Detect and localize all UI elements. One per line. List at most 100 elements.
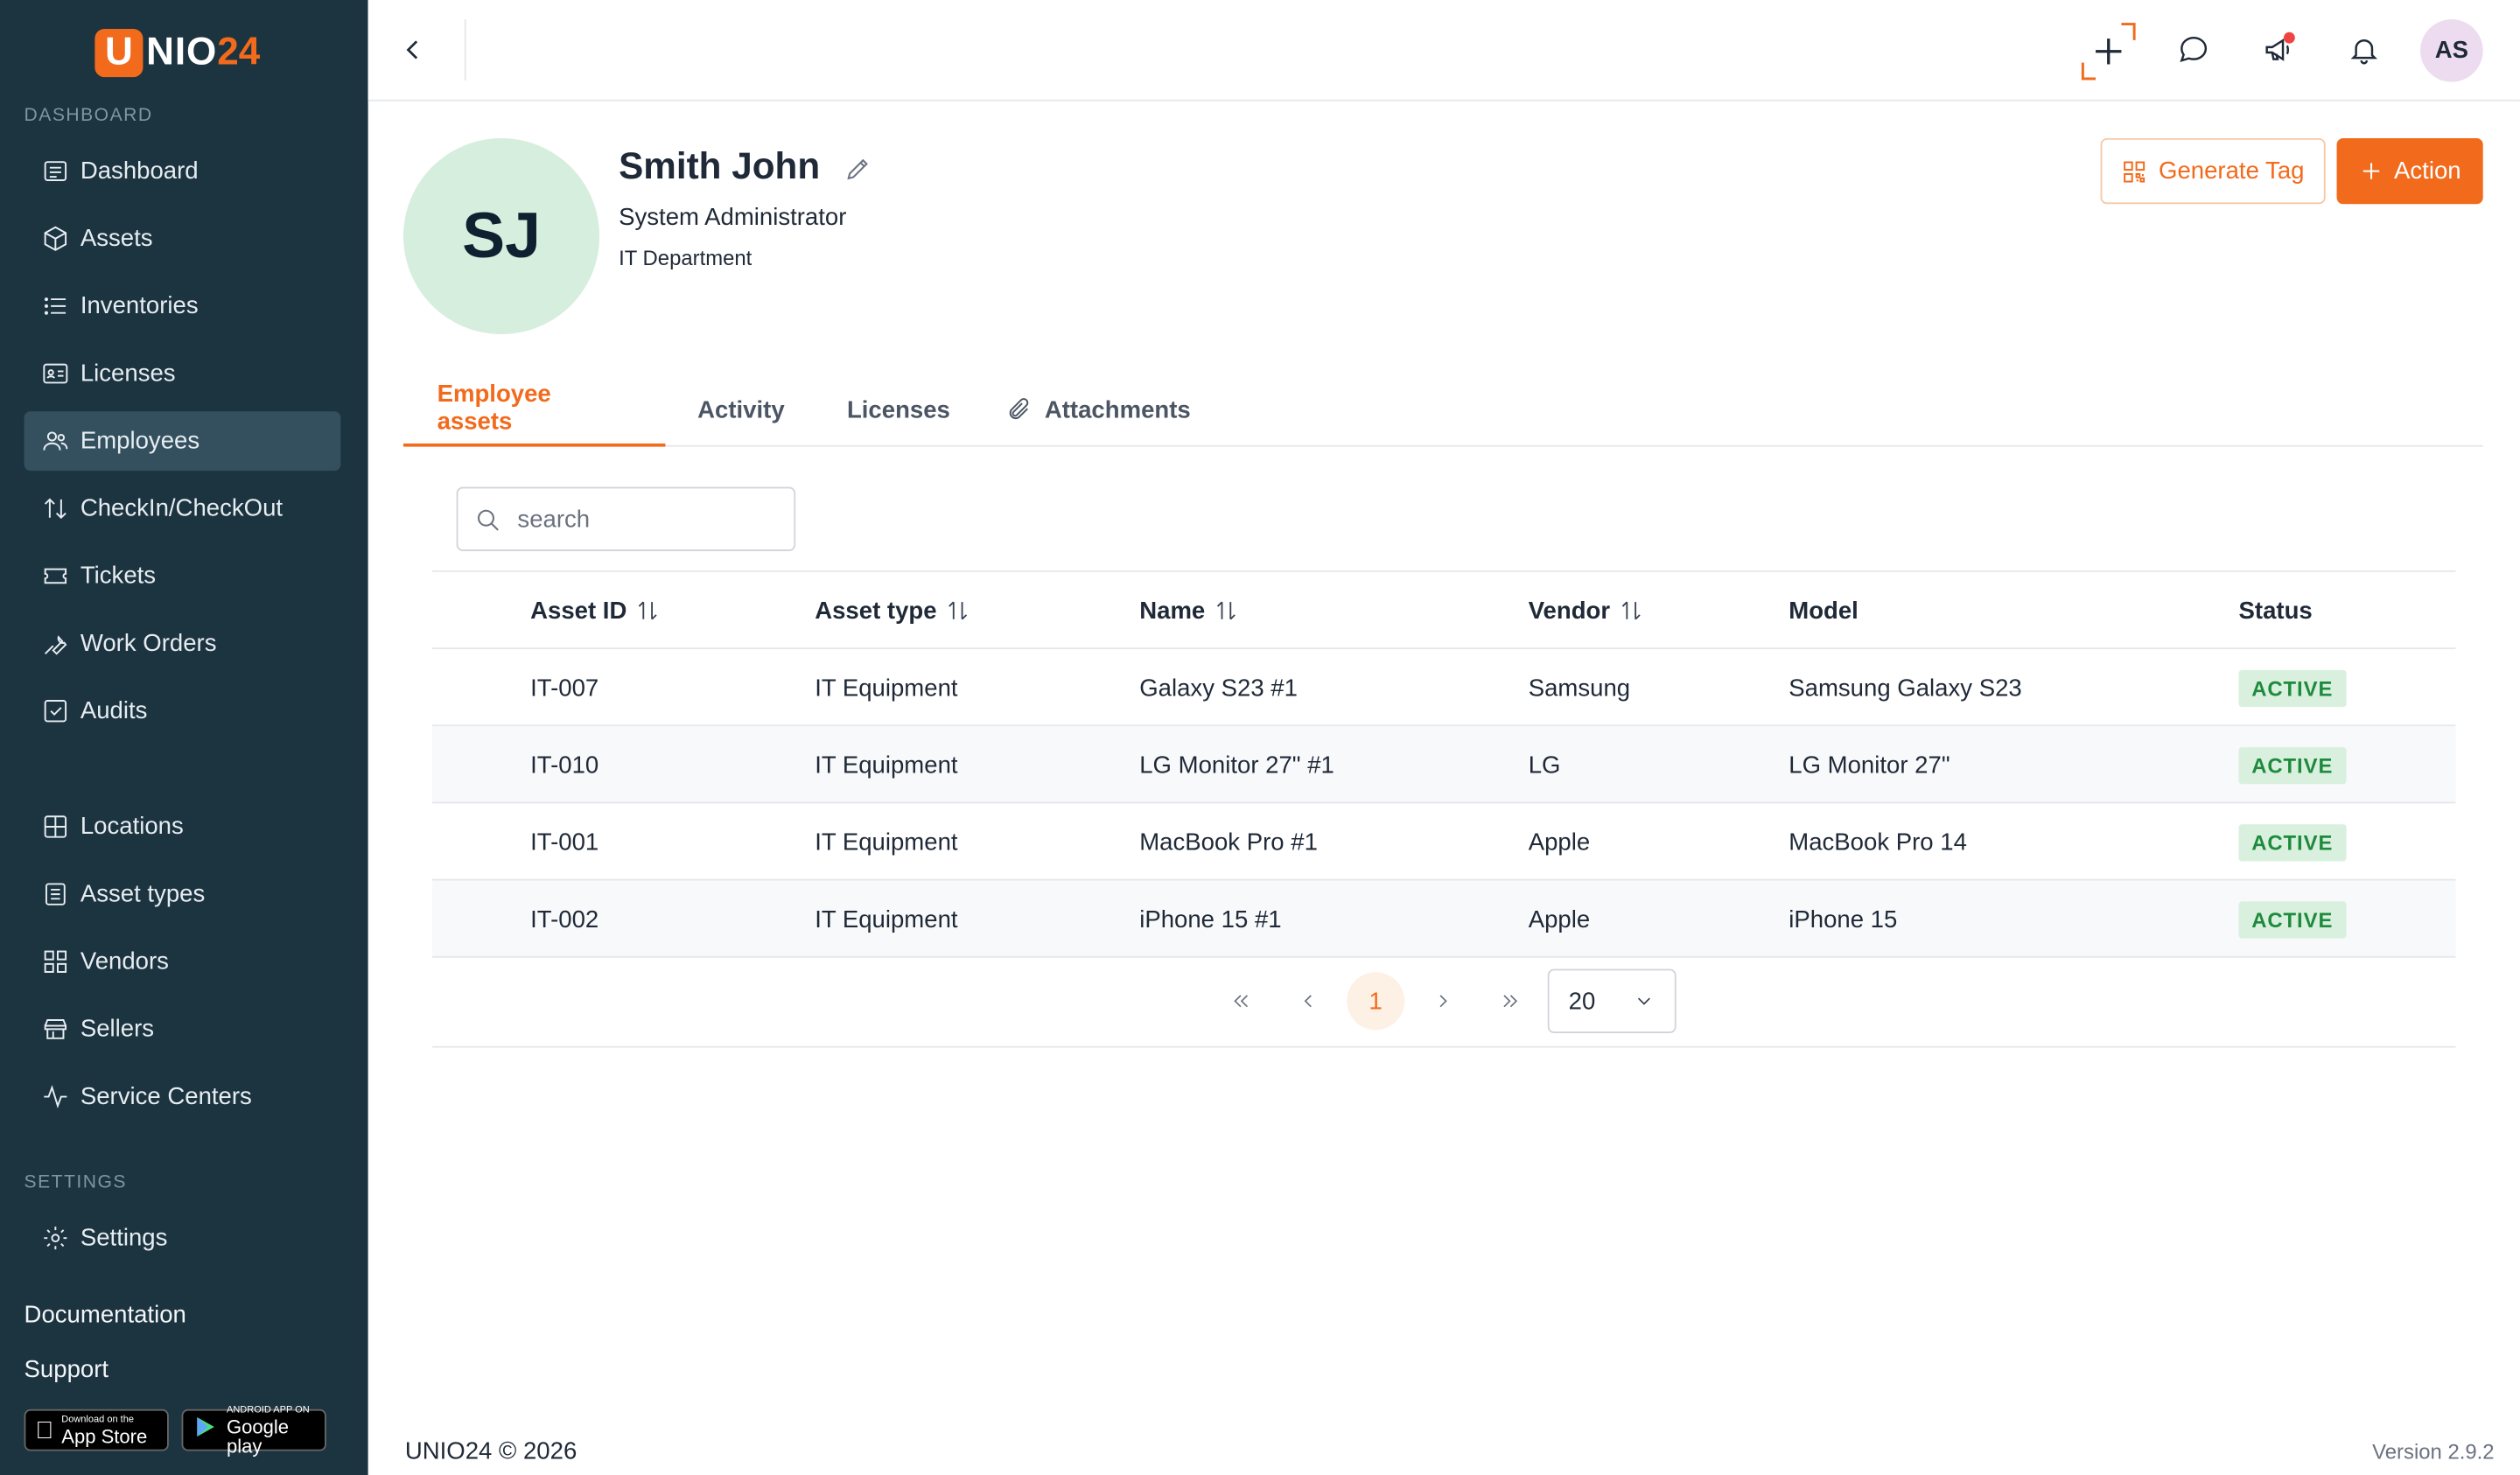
app-store-big-text: App Store xyxy=(43,1424,147,1447)
quick-add-button[interactable] xyxy=(2078,21,2139,82)
sort-icon[interactable] xyxy=(1213,598,1238,623)
column-header-asset-type[interactable]: Asset type xyxy=(815,572,970,649)
sidebar-item-locations[interactable]: Locations xyxy=(24,797,341,856)
page-button-current[interactable]: 1 xyxy=(1347,972,1405,1031)
sidebar-item-audits[interactable]: Audits xyxy=(24,682,341,741)
sidebar-item-label: Dashboard xyxy=(80,157,199,185)
store-icon xyxy=(40,1015,69,1044)
table-row[interactable]: IT-010 IT Equipment LG Monitor 27" #1 LG… xyxy=(432,726,2456,804)
tab-licenses[interactable]: Licenses xyxy=(847,373,950,446)
sort-icon[interactable] xyxy=(635,598,661,623)
app-store-badge[interactable]:  Download on the App Store xyxy=(24,1409,169,1451)
cell-name: MacBook Pro #1 xyxy=(1139,828,1318,856)
cell-name: LG Monitor 27" #1 xyxy=(1139,751,1334,779)
edit-employee-button[interactable] xyxy=(844,154,872,183)
sidebar-item-licenses[interactable]: Licenses xyxy=(24,344,341,403)
checkbox-icon xyxy=(40,696,69,725)
sidebar-item-label: Inventories xyxy=(80,292,199,320)
sidebar-item-dashboard[interactable]: Dashboard xyxy=(24,142,341,201)
status-badge: ACTIVE xyxy=(2238,668,2346,707)
app-store-small-text: Download on the xyxy=(43,1415,134,1425)
table-row[interactable]: IT-001 IT Equipment MacBook Pro #1 Apple… xyxy=(432,803,2456,881)
sort-icon[interactable] xyxy=(1618,598,1643,623)
sidebar-item-label: Licenses xyxy=(80,360,176,388)
cell-asset-id: IT-001 xyxy=(530,828,599,856)
chevron-down-icon xyxy=(1637,997,1650,1005)
sort-icon[interactable] xyxy=(945,598,970,623)
column-header-asset-id[interactable]: Asset ID xyxy=(530,572,661,649)
app-store-text: Download on the App Store xyxy=(61,1415,147,1445)
sidebar-item-employees[interactable]: Employees xyxy=(24,411,341,472)
user-avatar[interactable]: AS xyxy=(2420,19,2483,82)
announcements-button[interactable] xyxy=(2257,27,2301,72)
footer-copyright: UNIO24 © 2026 xyxy=(404,1437,578,1466)
table-header-row: Asset ID Asset type Name Vendor Model St… xyxy=(432,572,2456,650)
sidebar-item-vendors[interactable]: Vendors xyxy=(24,932,341,991)
first-page-button[interactable] xyxy=(1212,972,1270,1030)
last-page-button[interactable] xyxy=(1481,972,1539,1030)
search-input[interactable] xyxy=(517,505,775,533)
prev-page-button[interactable] xyxy=(1279,972,1337,1030)
cell-asset-type: IT Equipment xyxy=(815,674,958,702)
footer-version: Version 2.9.2 xyxy=(2372,1439,2495,1465)
notifications-button[interactable] xyxy=(2342,27,2386,72)
employee-department: IT Department xyxy=(619,246,752,270)
google-play-big-text: Google play xyxy=(226,1415,290,1457)
cell-status: ACTIVE xyxy=(2238,803,2346,880)
chat-button[interactable] xyxy=(2171,27,2216,72)
column-header-label: Asset ID xyxy=(530,597,627,625)
action-button[interactable]: Action xyxy=(2336,137,2483,205)
employee-assets-table: Asset ID Asset type Name Vendor Model St… xyxy=(432,570,2456,958)
column-header-label: Name xyxy=(1139,597,1206,625)
sidebar-item-label: Service Centers xyxy=(80,1082,252,1111)
sidebar-item-assets[interactable]: Assets xyxy=(24,209,341,269)
sidebar-item-tickets[interactable]: Tickets xyxy=(24,546,341,605)
sidebar-item-settings[interactable]: Settings xyxy=(24,1208,341,1268)
tab-attachments[interactable]: Attachments xyxy=(1006,373,1191,446)
generate-tag-button[interactable]: Generate Tag xyxy=(2100,137,2326,205)
documentation-link[interactable]: Documentation xyxy=(24,1302,186,1329)
next-page-button[interactable] xyxy=(1414,972,1472,1030)
page-size-select[interactable]: 20 xyxy=(1547,968,1676,1033)
sidebar-item-label: Asset types xyxy=(80,880,206,908)
tab-activity[interactable]: Activity xyxy=(697,373,785,446)
cell-asset-type: IT Equipment xyxy=(815,828,958,856)
sidebar-item-asset-types[interactable]: Asset types xyxy=(24,864,341,924)
table-row[interactable]: IT-002 IT Equipment iPhone 15 #1 Apple i… xyxy=(432,880,2456,958)
ticket-icon xyxy=(40,562,69,591)
employee-avatar: SJ xyxy=(403,137,600,335)
tab-employee-assets[interactable]: Employee assets xyxy=(403,373,666,447)
cell-asset-type: IT Equipment xyxy=(815,905,958,933)
sidebar-item-work-orders[interactable]: Work Orders xyxy=(24,614,341,674)
apps-icon xyxy=(40,947,69,976)
notification-dot xyxy=(2283,31,2295,44)
cube-icon xyxy=(40,224,69,253)
cell-asset-id: IT-002 xyxy=(530,905,599,933)
column-header-vendor[interactable]: Vendor xyxy=(1529,572,1644,649)
document-icon xyxy=(40,880,69,909)
wrench-icon xyxy=(40,629,69,658)
chevron-left-icon xyxy=(1304,995,1312,1008)
table-row[interactable]: IT-007 IT Equipment Galaxy S23 #1 Samsun… xyxy=(432,649,2456,727)
sidebar-item-sellers[interactable]: Sellers xyxy=(24,999,341,1059)
sidebar-item-service-centers[interactable]: Service Centers xyxy=(24,1067,341,1127)
status-badge: ACTIVE xyxy=(2238,823,2346,861)
support-link[interactable]: Support xyxy=(24,1356,109,1383)
generate-tag-label: Generate Tag xyxy=(2159,157,2305,185)
status-badge: ACTIVE xyxy=(2238,900,2346,938)
logo[interactable]: U NIO 24 xyxy=(94,27,260,79)
google-play-badge[interactable]: ANDROID APP ON Google play xyxy=(181,1405,326,1455)
back-button[interactable] xyxy=(394,31,432,69)
arrows-updown-icon xyxy=(40,494,69,523)
column-header-name[interactable]: Name xyxy=(1139,572,1239,649)
paperclip-icon xyxy=(1009,398,1029,420)
sidebar-item-checkin-checkout[interactable]: CheckIn/CheckOut xyxy=(24,479,341,538)
search-box xyxy=(456,486,796,551)
sidebar-item-label: Sellers xyxy=(80,1015,155,1044)
sidebar-item-label: Audits xyxy=(80,697,148,725)
employee-name: Smith John xyxy=(619,144,821,187)
sidebar-item-inventories[interactable]: Inventories xyxy=(24,276,341,336)
sidebar-item-label: Assets xyxy=(80,225,153,253)
tab-label: Attachments xyxy=(1044,395,1191,423)
qr-code-icon xyxy=(2124,160,2146,182)
